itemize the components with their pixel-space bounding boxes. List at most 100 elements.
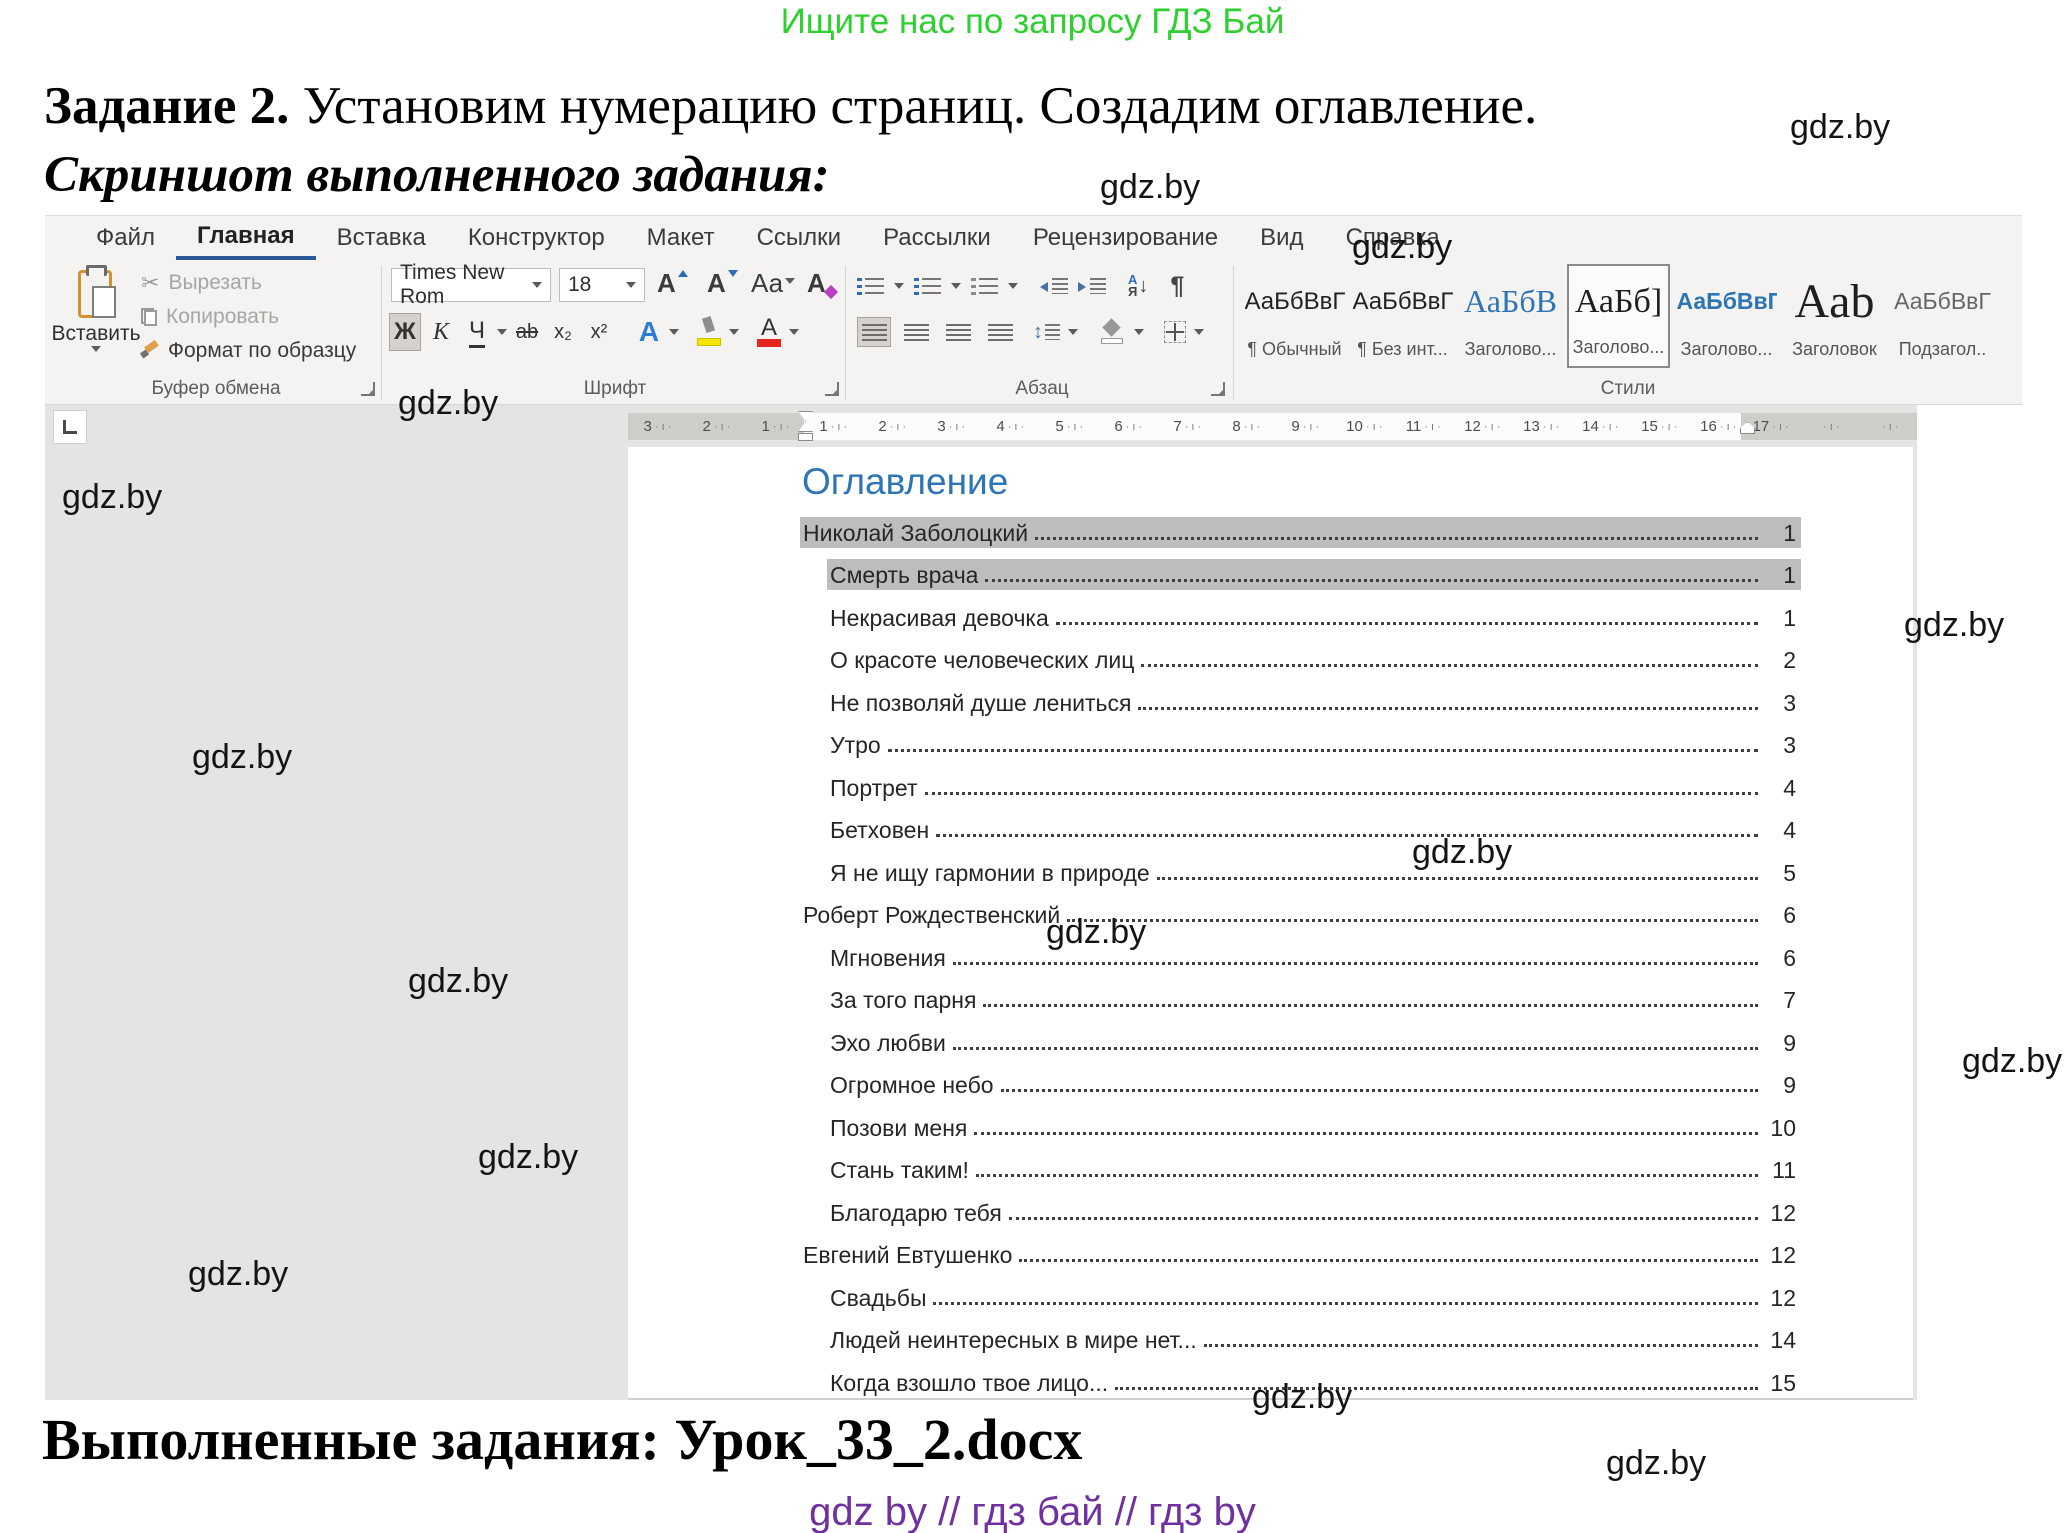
clipboard-dialog-launcher[interactable] xyxy=(361,382,375,396)
line-spacing-button[interactable]: ↕ xyxy=(1033,321,1060,344)
shrink-font-button[interactable]: А xyxy=(707,268,738,302)
chevron-down-icon[interactable] xyxy=(1134,329,1144,335)
cut-button[interactable]: ✂ Вырезать xyxy=(141,266,356,300)
toc-entry[interactable]: Стань таким!11 xyxy=(800,1149,1801,1192)
toc-entry[interactable]: Эхо любви9 xyxy=(800,1021,1801,1064)
italic-button[interactable]: К xyxy=(425,313,457,351)
show-marks-button[interactable]: ¶ xyxy=(1170,272,1184,301)
ruler-unit: 7 xyxy=(1158,413,1217,440)
paragraph-dialog-launcher[interactable] xyxy=(1211,382,1225,396)
tab-Главная[interactable]: Главная xyxy=(176,216,316,260)
toc-entry[interactable]: О красоте человеческих лиц2 xyxy=(800,639,1801,682)
tab-Вид[interactable]: Вид xyxy=(1239,216,1324,260)
toc-text: Бетховен xyxy=(830,816,929,845)
style-item-4[interactable]: АаБб]Заголово... xyxy=(1567,264,1670,368)
ruler[interactable]: 321 12345678910111213141516 17 xyxy=(628,413,1917,440)
text-effects-button[interactable]: А xyxy=(633,313,665,351)
toc-line: Свадьбы12 xyxy=(827,1282,1801,1313)
style-item-2[interactable]: АаБбВвГг,¶ Без инт... xyxy=(1351,264,1454,368)
highlight-button[interactable] xyxy=(693,313,725,351)
toc-page-number: 6 xyxy=(1762,901,1796,930)
toc-entry[interactable]: Николай Заболоцкий1 xyxy=(800,511,1801,554)
toc-entry[interactable]: Смерть врача1 xyxy=(800,554,1801,597)
tab-Рецензирование[interactable]: Рецензирование xyxy=(1012,216,1239,260)
tab-Конструктор[interactable]: Конструктор xyxy=(447,216,626,260)
chevron-down-icon[interactable] xyxy=(669,329,679,335)
chevron-down-icon xyxy=(91,346,101,352)
chevron-down-icon[interactable] xyxy=(1068,329,1078,335)
increase-indent-icon[interactable] xyxy=(1078,277,1106,295)
tab-Вставка[interactable]: Вставка xyxy=(316,216,447,260)
left-indent-marker[interactable] xyxy=(798,433,813,441)
toc-entry[interactable]: За того парня7 xyxy=(800,979,1801,1022)
chevron-down-icon[interactable] xyxy=(951,283,961,289)
change-case-button[interactable]: Аа xyxy=(751,268,795,302)
toc-entry[interactable]: Роберт Рождественский6 xyxy=(800,894,1801,937)
bullet-list-icon[interactable] xyxy=(857,276,884,296)
style-item-1[interactable]: АаБбВвГг,¶ Обычный xyxy=(1243,264,1346,368)
tab-Файл[interactable]: Файл xyxy=(75,216,176,260)
chevron-down-icon[interactable] xyxy=(894,283,904,289)
decrease-indent-icon[interactable] xyxy=(1040,277,1068,295)
toc-entry[interactable]: Некрасивая девочка1 xyxy=(800,596,1801,639)
align-center-button[interactable] xyxy=(899,317,933,347)
strikethrough-button[interactable]: ab xyxy=(511,313,543,351)
toc-entry[interactable]: Позови меня10 xyxy=(800,1106,1801,1149)
paste-button[interactable]: Вставить xyxy=(59,264,133,374)
font-color-button[interactable]: А xyxy=(753,313,785,351)
toc-line: Благодарю тебя12 xyxy=(827,1197,1801,1228)
style-item-3[interactable]: АаБбВЗаголово... xyxy=(1459,264,1562,368)
align-right-button[interactable] xyxy=(941,317,975,347)
chevron-down-icon[interactable] xyxy=(789,329,799,335)
tab-selector[interactable] xyxy=(53,410,87,444)
toc-entry[interactable]: Мгновения6 xyxy=(800,936,1801,979)
document-page[interactable]: Оглавление Николай Заболоцкий1Смерть вра… xyxy=(628,447,1913,1400)
superscript-button[interactable]: x² xyxy=(583,313,615,351)
paste-label: Вставить xyxy=(52,322,141,346)
italic-label: К xyxy=(433,319,449,346)
grow-font-button[interactable]: А xyxy=(657,268,688,302)
underline-button[interactable]: Ч xyxy=(461,313,493,351)
toc-entry[interactable]: Бетховен4 xyxy=(800,809,1801,852)
style-item-5[interactable]: АаБбВвГЗаголово... xyxy=(1675,264,1778,368)
font-dialog-launcher[interactable] xyxy=(825,382,839,396)
font-name-select[interactable]: Times New Rom xyxy=(391,268,551,302)
chevron-down-icon[interactable] xyxy=(497,329,507,335)
toc-entry[interactable]: Огромное небо9 xyxy=(800,1064,1801,1107)
change-case-label: Аа xyxy=(751,268,783,299)
tab-Макет[interactable]: Макет xyxy=(626,216,736,260)
justify-button[interactable] xyxy=(983,317,1017,347)
subscript-button[interactable]: x₂ xyxy=(547,313,579,351)
toc-entry[interactable]: Евгений Евтушенко12 xyxy=(800,1234,1801,1277)
bold-button[interactable]: Ж xyxy=(389,313,421,351)
clear-formatting-button[interactable]: А xyxy=(807,268,826,302)
highlighter-icon xyxy=(697,317,721,347)
font-format-row: Ж К Ч ab x₂ x² А А xyxy=(389,312,799,352)
numbered-list-icon[interactable] xyxy=(914,276,941,296)
chevron-down-icon[interactable] xyxy=(729,329,739,335)
align-left-button[interactable] xyxy=(857,317,891,347)
toc-text: Людей неинтересных в мире нет... xyxy=(830,1326,1197,1355)
toc-entry[interactable]: Я не ищу гармонии в природе5 xyxy=(800,851,1801,894)
sort-button[interactable]: А Я ↓ xyxy=(1128,274,1148,298)
toc-leader xyxy=(888,749,1758,752)
format-painter-button[interactable]: Формат по образцу xyxy=(141,334,356,368)
toc-entry[interactable]: Людей неинтересных в мире нет...14 xyxy=(800,1319,1801,1362)
chevron-down-icon[interactable] xyxy=(1008,283,1018,289)
tab-Рассылки[interactable]: Рассылки xyxy=(862,216,1012,260)
chevron-down-icon[interactable] xyxy=(1194,329,1204,335)
tab-Ссылки[interactable]: Ссылки xyxy=(736,216,863,260)
borders-icon[interactable] xyxy=(1164,321,1186,343)
toc-entry[interactable]: Благодарю тебя12 xyxy=(800,1191,1801,1234)
style-item-6[interactable]: AabЗаголовок xyxy=(1783,264,1886,368)
copy-button[interactable]: Копировать xyxy=(141,300,356,334)
toc-entry[interactable]: Не позволяй душе лениться3 xyxy=(800,681,1801,724)
font-size-select[interactable]: 18 xyxy=(559,268,645,302)
toc-entry[interactable]: Портрет4 xyxy=(800,766,1801,809)
multilevel-list-icon[interactable] xyxy=(971,276,998,296)
style-item-7[interactable]: АаБбВвГПодзагол.. xyxy=(1891,264,1994,368)
shading-icon[interactable] xyxy=(1100,320,1126,344)
toc-entry[interactable]: Утро3 xyxy=(800,724,1801,767)
toc-entry[interactable]: Свадьбы12 xyxy=(800,1276,1801,1319)
toc-text: Позови меня xyxy=(830,1114,967,1143)
